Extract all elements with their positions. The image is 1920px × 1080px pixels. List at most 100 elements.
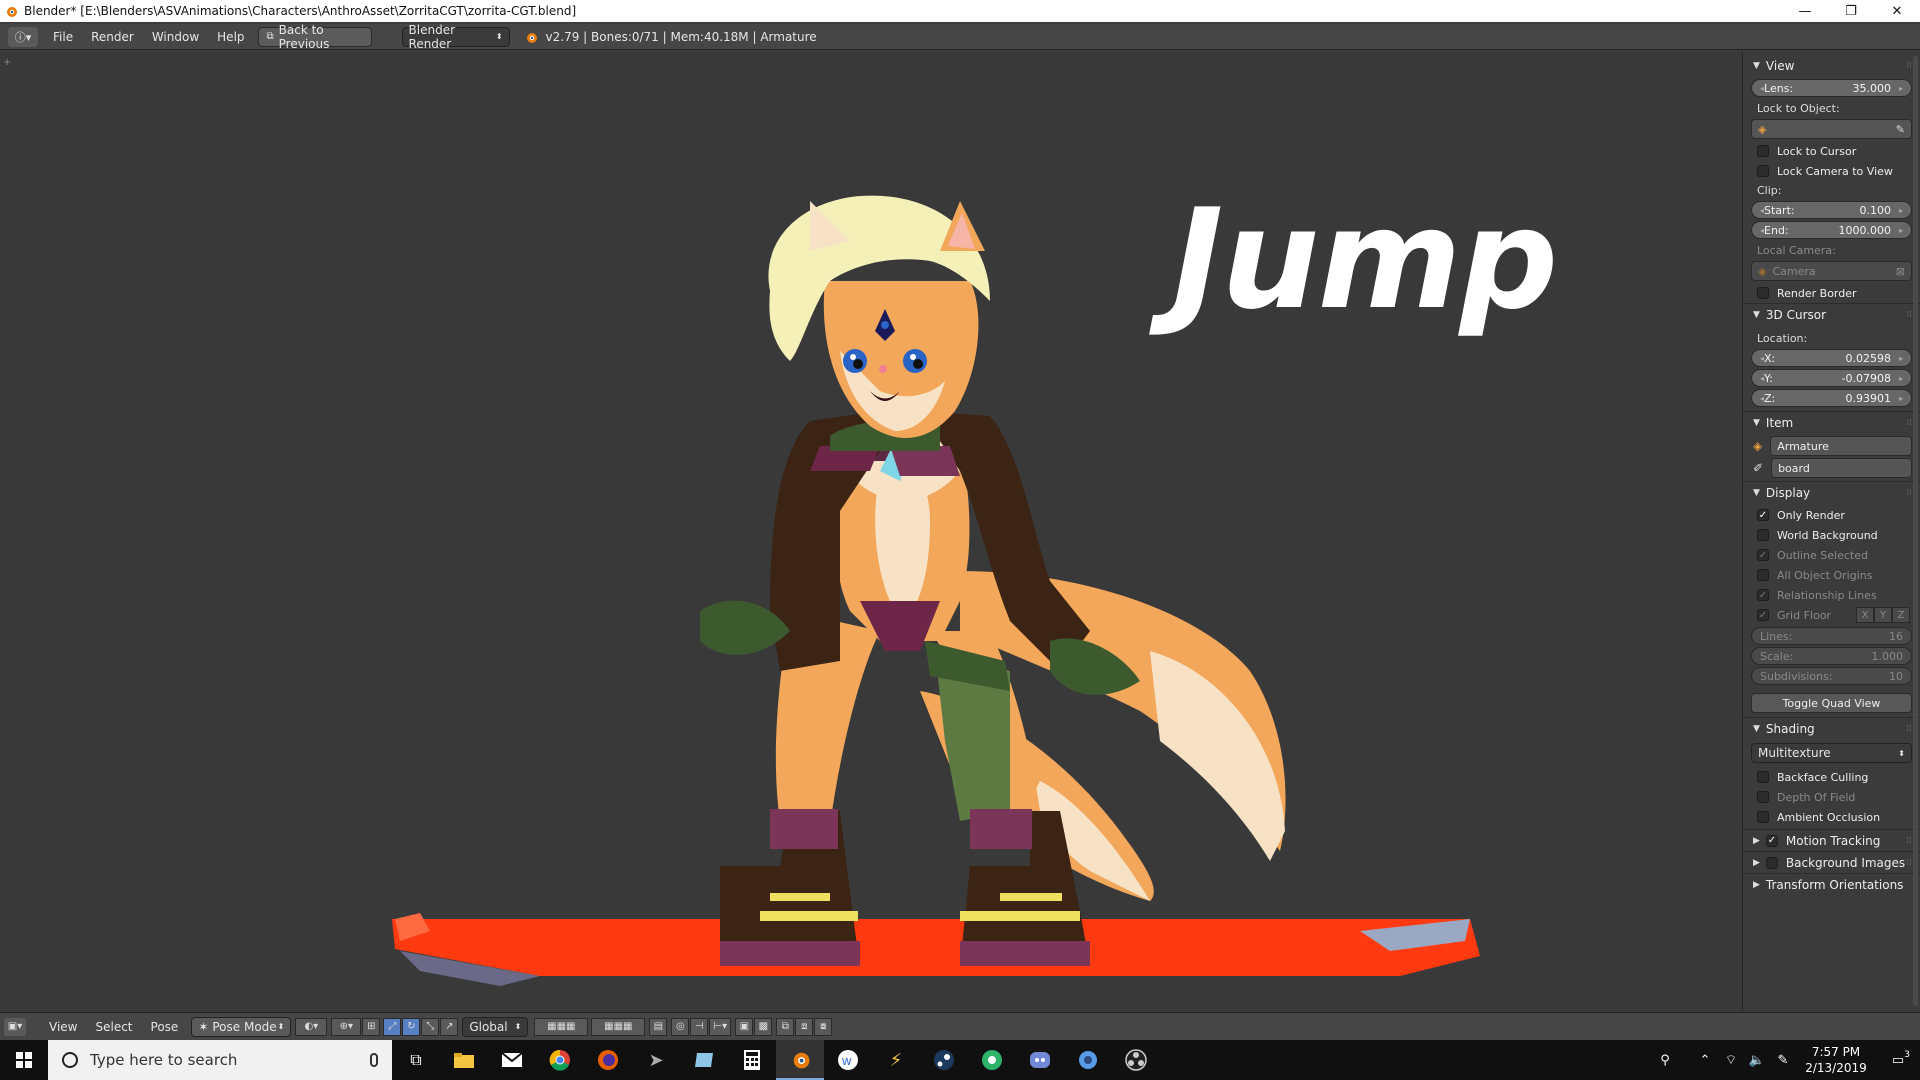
local-camera-field[interactable]: ◈ Camera ⊠ (1751, 261, 1912, 281)
only-render-checkbox[interactable]: Only Render (1743, 505, 1920, 525)
shading-mode-dropdown[interactable]: Multitexture ⬍ (1751, 743, 1912, 763)
restore-button[interactable]: ❐ (1828, 0, 1874, 22)
object-name-field[interactable]: Armature (1770, 436, 1912, 456)
drag-grip-icon[interactable]: ⁞⁞ (1906, 724, 1912, 734)
depth-of-field-checkbox[interactable]: Depth Of Field (1743, 787, 1920, 807)
proportional-edit-button[interactable]: ◎ (671, 1017, 690, 1036)
taskbar-discord[interactable] (1016, 1040, 1064, 1080)
mode-dropdown[interactable]: ✶ Pose Mode ⬍ (191, 1016, 292, 1037)
taskbar-blender[interactable] (776, 1040, 824, 1080)
copy-pose-button[interactable]: ⧉ (776, 1017, 795, 1036)
clear-x-icon[interactable]: ⊠ (1896, 265, 1905, 278)
action-center-icon[interactable]: ▭ 3 (1876, 1050, 1920, 1068)
menu-view[interactable]: View (40, 1020, 86, 1034)
viewport-shading-selector[interactable]: ◐▾ (295, 1017, 328, 1036)
transform-orientation-dropdown[interactable]: Global ⬍ (462, 1016, 529, 1037)
background-images-panel-header[interactable]: ▶ Background Images ⁞⁞ (1743, 851, 1920, 873)
taskbar-firefox[interactable] (584, 1040, 632, 1080)
ambient-occlusion-checkbox[interactable]: Ambient Occlusion (1743, 807, 1920, 827)
snap-toggle[interactable]: ⊣ (690, 1017, 709, 1036)
grid-floor-checkbox[interactable]: Grid Floor X Y Z (1743, 605, 1920, 625)
layer-buttons-1[interactable]: ▦▦▦ (534, 1017, 589, 1036)
snap-element-selector[interactable]: ⊢▾ (709, 1017, 732, 1036)
pivot-point-selector[interactable]: ⊕▾ (331, 1017, 362, 1036)
axis-y-toggle[interactable]: Y (1874, 607, 1892, 623)
drag-grip-icon[interactable]: ⁞⁞ (1906, 61, 1912, 71)
menu-file[interactable]: File (44, 30, 82, 44)
editor-type-selector[interactable]: ▣▾ (4, 1017, 26, 1036)
item-panel-header[interactable]: ▼ Item ⁞⁞ (1743, 411, 1920, 433)
axis-x-toggle[interactable]: X (1856, 607, 1874, 623)
layer-buttons-2[interactable]: ▦▦▦ (591, 1017, 646, 1036)
taskbar-chrome[interactable] (536, 1040, 584, 1080)
taskbar-file-explorer[interactable] (440, 1040, 488, 1080)
drag-grip-icon[interactable]: ⁞⁞ (1906, 836, 1912, 846)
checkbox-checked-icon[interactable] (1765, 834, 1778, 847)
bone-name-field[interactable]: board (1771, 458, 1912, 478)
show-hidden-icons-chevron-icon[interactable]: ⌃ (1692, 1053, 1718, 1068)
taskbar-app-w[interactable]: w (824, 1040, 872, 1080)
opengl-anim-button[interactable]: ▩ (754, 1017, 773, 1036)
taskbar-app-fish[interactable]: ➤ (632, 1040, 680, 1080)
lens-field[interactable]: ◂ Lens: 35.000 ▸ (1751, 79, 1912, 97)
backface-culling-checkbox[interactable]: Backface Culling (1743, 767, 1920, 787)
grid-lines-field[interactable]: Lines: 16 (1751, 627, 1912, 645)
clip-end-field[interactable]: ◂ End: 1000.000 ▸ (1751, 221, 1912, 239)
back-to-previous-button[interactable]: ⧉ Back to Previous (257, 23, 372, 51)
taskbar-search-box[interactable]: Type here to search (48, 1040, 392, 1080)
motion-tracking-panel-header[interactable]: ▶ Motion Tracking ⁞⁞ (1743, 829, 1920, 851)
opengl-render-button[interactable]: ▣ (735, 1017, 754, 1036)
manipulator-space-button[interactable]: ↗ (440, 1017, 459, 1036)
display-panel-header[interactable]: ▼ Display ⁞⁞ (1743, 481, 1920, 503)
close-button[interactable]: ✕ (1874, 0, 1920, 22)
scale-manipulator-button[interactable]: ⤡ (421, 1017, 440, 1036)
transform-orientations-panel-header[interactable]: ▶ Transform Orientations (1743, 873, 1920, 895)
taskbar-mail[interactable] (488, 1040, 536, 1080)
clip-start-field[interactable]: ◂ Start: 0.100 ▸ (1751, 201, 1912, 219)
3d-viewport[interactable]: + Jump (0, 51, 1742, 1012)
axis-z-toggle[interactable]: Z (1892, 607, 1910, 623)
render-engine-dropdown[interactable]: Blender Render ⬍ (401, 23, 510, 51)
rotate-manipulator-button[interactable]: ↻ (402, 1017, 421, 1036)
task-view-button[interactable]: ⧉ (392, 1040, 440, 1080)
world-background-checkbox[interactable]: World Background (1743, 525, 1920, 545)
people-icon[interactable]: ⚲ (1652, 1053, 1678, 1068)
drag-grip-icon[interactable]: ⁞⁞ (1906, 310, 1912, 320)
taskbar-calculator[interactable] (728, 1040, 776, 1080)
taskbar-app-green[interactable] (968, 1040, 1016, 1080)
lock-object-field[interactable]: ◈ ✎ (1751, 119, 1912, 139)
volume-icon[interactable]: 🔈 (1744, 1053, 1770, 1068)
3d-cursor-panel-header[interactable]: ▼ 3D Cursor ⁞⁞ (1743, 303, 1920, 325)
grid-subdivisions-field[interactable]: Subdivisions: 10 (1751, 667, 1912, 685)
taskbar-app-lightning[interactable]: ⚡ (872, 1040, 920, 1080)
cursor-x-field[interactable]: ◂ X: 0.02598 ▸ (1751, 349, 1912, 367)
grid-scale-field[interactable]: Scale: 1.000 (1751, 647, 1912, 665)
panel-scrollbar[interactable] (1913, 56, 1918, 1006)
drag-grip-icon[interactable]: ⁞⁞ (1906, 488, 1912, 498)
render-border-checkbox[interactable]: Render Border (1743, 283, 1920, 303)
cursor-y-field[interactable]: ◂ Y: -0.07908 ▸ (1751, 369, 1912, 387)
drag-grip-icon[interactable]: ⁞⁞ (1906, 858, 1912, 868)
shading-panel-header[interactable]: ▼ Shading ⁞⁞ (1743, 717, 1920, 739)
drag-grip-icon[interactable]: ⁞⁞ (1906, 418, 1912, 428)
lock-to-cursor-checkbox[interactable]: Lock to Cursor (1743, 141, 1920, 161)
all-object-origins-checkbox[interactable]: All Object Origins (1743, 565, 1920, 585)
pen-icon[interactable]: ✎ (1770, 1053, 1796, 1068)
start-button[interactable] (0, 1040, 48, 1080)
menu-render[interactable]: Render (82, 30, 143, 44)
taskbar-clock[interactable]: 7:57 PM 2/13/2019 (1796, 1044, 1876, 1076)
manipulator-toggle[interactable]: ⊞ (362, 1017, 381, 1036)
translate-manipulator-button[interactable]: ⤢ (383, 1017, 402, 1036)
menu-help[interactable]: Help (208, 30, 253, 44)
taskbar-app-blue[interactable] (1064, 1040, 1112, 1080)
checkbox-icon[interactable] (1765, 856, 1778, 869)
taskbar-obs[interactable] (1112, 1040, 1160, 1080)
editor-type-selector[interactable]: ⓘ▾ (8, 26, 38, 47)
network-icon[interactable]: ⌔ (1718, 1052, 1744, 1068)
eyedropper-icon[interactable]: ✎ (1896, 123, 1905, 136)
view-panel-header[interactable]: ▼ View ⁞⁞ (1743, 55, 1920, 77)
menu-window[interactable]: Window (143, 30, 208, 44)
relationship-lines-checkbox[interactable]: Relationship Lines (1743, 585, 1920, 605)
lock-layers-button[interactable]: ▤ (649, 1017, 668, 1036)
paste-flipped-button[interactable]: ⧇ (814, 1017, 833, 1036)
